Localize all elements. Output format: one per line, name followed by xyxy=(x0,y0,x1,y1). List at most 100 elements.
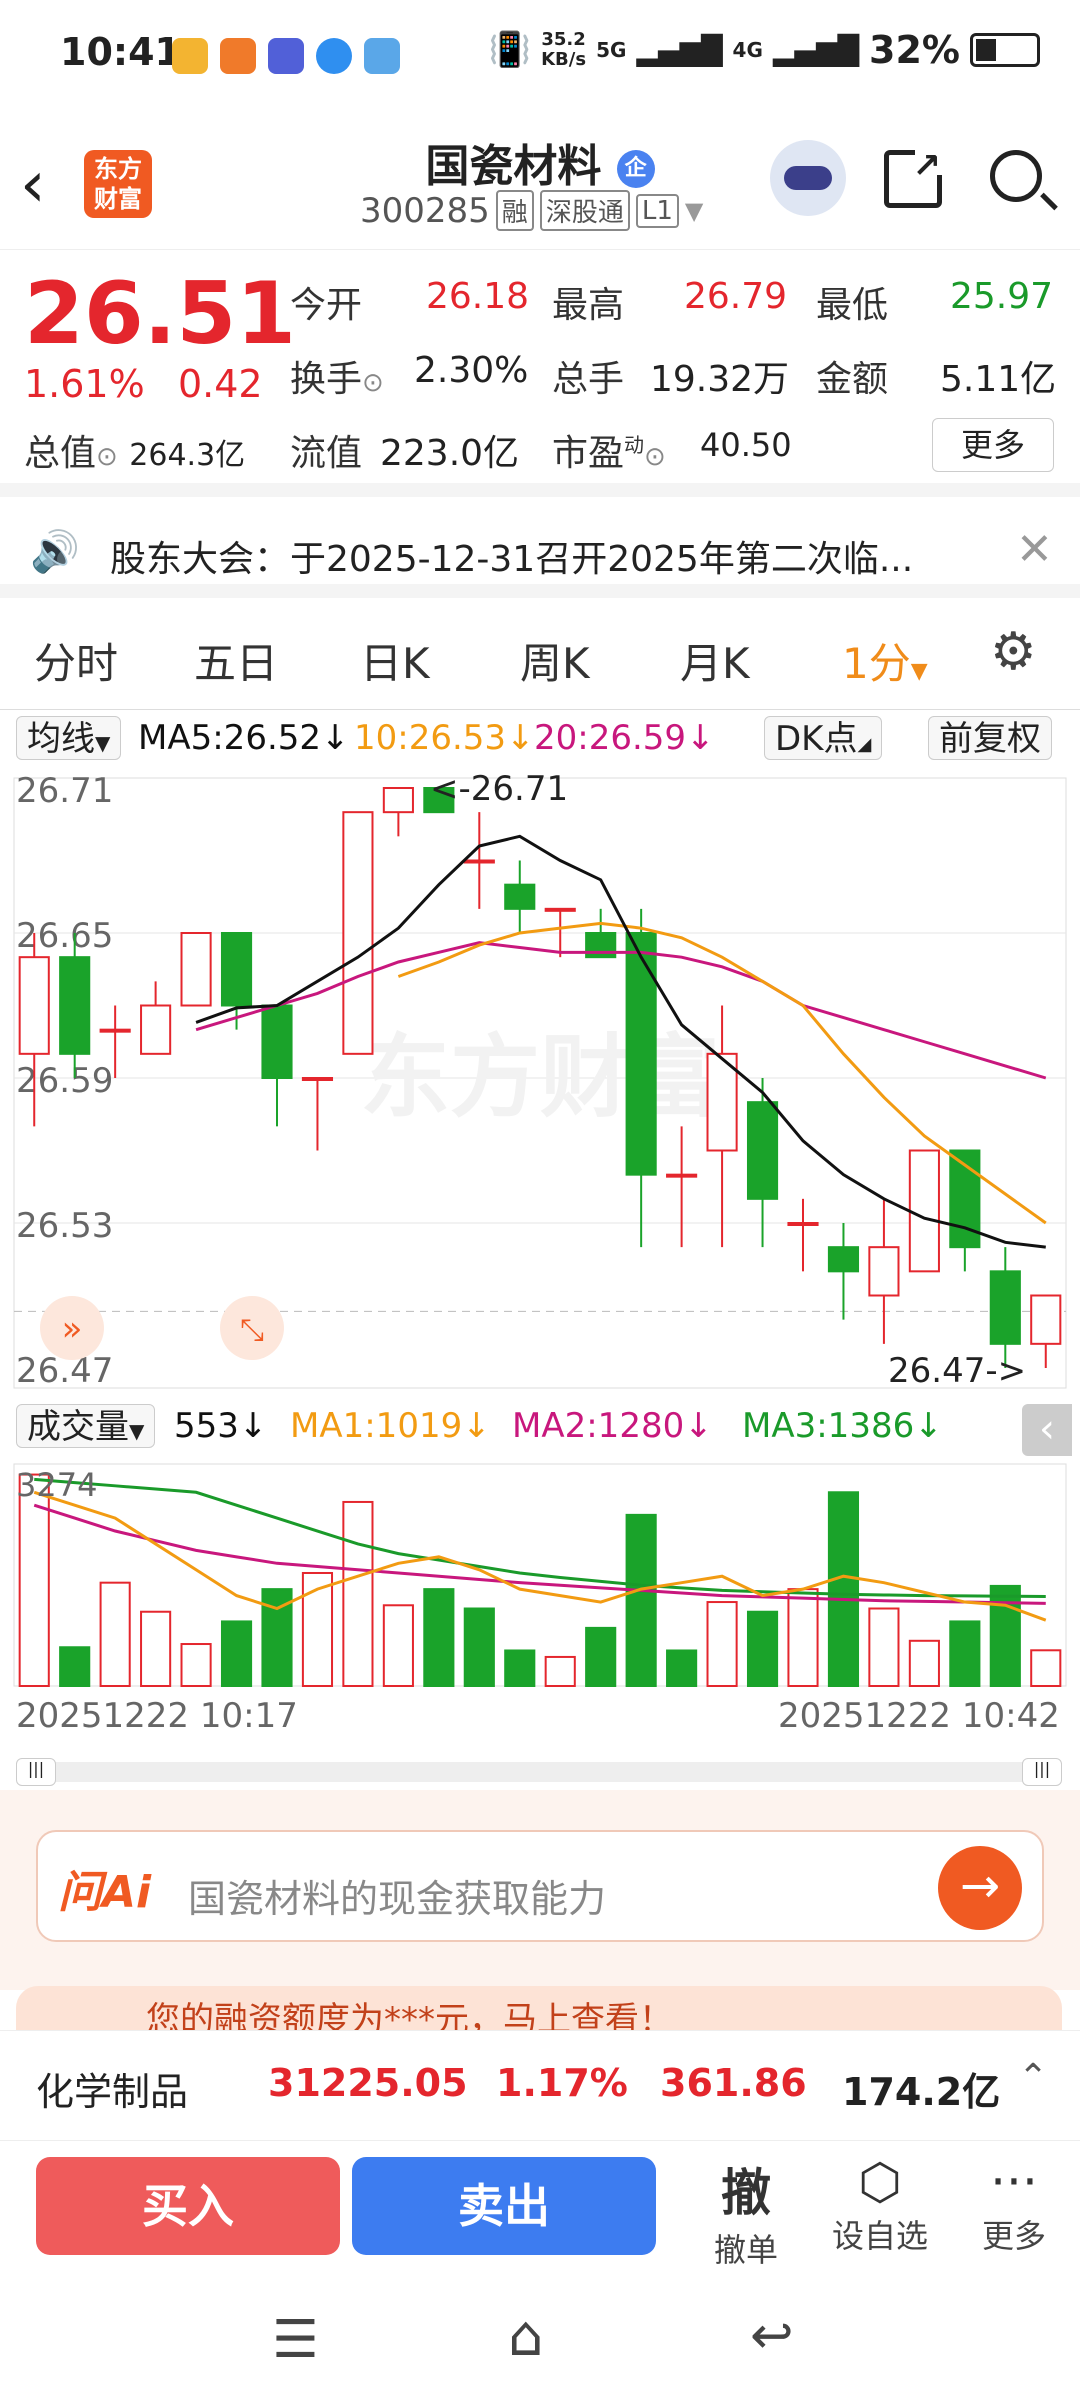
volume-bar xyxy=(423,1588,455,1687)
ask-ai-placeholder: 国瓷材料的现金获取能力 xyxy=(188,1877,607,1921)
tab-intraday[interactable]: 分时 xyxy=(34,630,118,691)
cloud-app-icon xyxy=(364,38,400,74)
ask-ai-brand: 问Ai xyxy=(58,1867,152,1918)
current-price: 26.51 xyxy=(24,264,297,364)
pe-info-icon[interactable]: ⊙ xyxy=(644,442,666,472)
volume-selector[interactable]: 成交量▼ xyxy=(16,1404,156,1448)
float-value: 223.0亿 xyxy=(380,433,520,474)
watermark-text: 东方财富 xyxy=(360,1025,720,1130)
low-marker: 26.47-> xyxy=(888,1351,1026,1391)
tab-weekly-k[interactable]: 周K xyxy=(520,630,590,691)
open-label: 今开 xyxy=(290,285,363,326)
industry-amount: 174.2亿 xyxy=(842,2070,1001,2114)
signal-5g: 5G xyxy=(596,38,627,62)
tab-monthly-k[interactable]: 月K xyxy=(680,630,750,691)
dropdown-icon[interactable]: ▼ xyxy=(685,197,703,225)
volume-value: 19.32万 xyxy=(650,359,790,400)
tab-daily-k[interactable]: 日K xyxy=(360,630,430,691)
close-icon[interactable]: ✕ xyxy=(1016,524,1053,575)
notice-bar[interactable]: 🔊 股东大会：于2025-12-31召开2025年第二次临... ✕ xyxy=(0,510,1080,598)
promo-banner[interactable]: 您的融资额度为***元，马上查看！ xyxy=(16,1986,1062,2030)
amount-value: 5.11亿 xyxy=(940,359,1057,400)
assistant-robot-icon[interactable] xyxy=(770,140,846,216)
amount-label: 金额 xyxy=(816,359,889,400)
scroll-handle-right[interactable]: ||| xyxy=(1022,1758,1062,1786)
candle-body xyxy=(463,859,495,864)
volume-chart[interactable]: 3274 xyxy=(0,1460,1080,1700)
volume-bar xyxy=(625,1513,657,1688)
candle-body xyxy=(989,1270,1021,1345)
add-watchlist-button[interactable]: ⬡ 设自选 xyxy=(820,2153,940,2257)
search-icon[interactable] xyxy=(990,150,1058,211)
more-actions-button[interactable]: ··· 更多 xyxy=(954,2153,1074,2257)
volume-bar xyxy=(989,1584,1021,1687)
buy-button[interactable]: 买入 xyxy=(36,2157,340,2255)
stock-code-row: 300285 融 深股通 L1 ▼ xyxy=(360,190,703,231)
industry-pct: 1.17% xyxy=(496,2061,628,2105)
ma-selector[interactable]: 均线▼ xyxy=(16,716,122,760)
candle-body xyxy=(908,1149,940,1273)
collapse-panel-icon[interactable]: ‹ xyxy=(1022,1404,1072,1456)
volume-bar xyxy=(180,1643,212,1687)
time-end: 20251222 10:42 xyxy=(778,1696,1060,1736)
candle-body xyxy=(787,1222,819,1226)
weibo-app-icon xyxy=(172,38,208,74)
change-percent: 1.61% xyxy=(24,362,145,406)
volume-bar xyxy=(220,1620,253,1687)
vol-dropdown-icon: ▼ xyxy=(129,1419,145,1443)
industry-name: 化学制品 xyxy=(36,2070,189,2114)
volume-bar xyxy=(949,1620,981,1687)
high-label: 最高 xyxy=(552,285,625,326)
cancel-order-button[interactable]: 撤 撤单 xyxy=(686,2153,806,2271)
candle-body xyxy=(827,1246,860,1273)
pe-dynamic-sup: 动 xyxy=(624,433,645,457)
ma5-label: MA5:26.52↓ xyxy=(138,718,350,758)
volume-bar xyxy=(544,1655,576,1687)
tag-margin: 融 xyxy=(495,190,534,231)
adjust-mode-button[interactable]: 前复权 xyxy=(928,716,1052,760)
back-nav-icon[interactable]: ↩ xyxy=(750,2306,794,2366)
tab-1-minute[interactable]: 1分▼ xyxy=(842,630,928,691)
chart-scrollbar[interactable]: ||| ||| xyxy=(16,1758,1062,1786)
volume-bar xyxy=(342,1500,374,1687)
volume-bar xyxy=(787,1588,819,1687)
enterprise-badge-icon: 企 xyxy=(616,150,655,188)
price-tick-label: 26.59 xyxy=(16,1061,113,1101)
turnover-info-icon[interactable]: ⊙ xyxy=(362,368,384,398)
sell-button[interactable]: 卖出 xyxy=(352,2157,656,2255)
ask-ai-input[interactable]: 问Ai 国瓷材料的现金获取能力 → xyxy=(36,1830,1044,1942)
price-tick-label: 26.65 xyxy=(16,916,113,956)
volume-bar xyxy=(827,1491,860,1687)
arrow-right-icon[interactable]: → xyxy=(938,1846,1022,1930)
industry-bar[interactable]: 化学制品 31225.05 1.17% 361.86 174.2亿 ⌃ xyxy=(0,2030,1080,2140)
volume-bar xyxy=(908,1639,940,1688)
vol-ma2-line xyxy=(33,1503,1046,1605)
candle-body xyxy=(666,1173,698,1178)
volume-bar xyxy=(99,1581,131,1687)
dk-points-button[interactable]: DK点◢ xyxy=(764,716,883,760)
expand-arrows-icon: ⤡ xyxy=(240,1313,264,1348)
candle-body xyxy=(382,787,414,814)
candle-body xyxy=(180,932,212,1007)
promo-text: 您的融资额度为***元，马上查看！ xyxy=(146,2000,673,2030)
price-chart[interactable]: 26.7126.6526.5926.5326.47东方财富<-26.7126.4… xyxy=(0,768,1080,1408)
volume-bar xyxy=(140,1610,172,1687)
chevron-up-icon[interactable]: ⌃ xyxy=(1018,2057,1048,2098)
tag-level: L1 xyxy=(635,193,679,228)
share-icon[interactable]: ↗ xyxy=(884,145,945,208)
battery-percent: 32% xyxy=(869,28,960,72)
info-icon[interactable]: ⊙ xyxy=(96,442,118,472)
settings-gear-icon[interactable]: ⚙ xyxy=(990,622,1037,682)
watchlist-icon: ⬡ xyxy=(858,2153,902,2211)
turnover-value: 2.30% xyxy=(414,350,529,391)
home-icon[interactable]: ⌂ xyxy=(508,2304,544,2369)
candle-body xyxy=(261,1004,293,1079)
menu-icon[interactable]: ☰ xyxy=(272,2310,319,2370)
tab-five-day[interactable]: 五日 xyxy=(194,630,278,691)
ma20-label: 20:26.59↓ xyxy=(534,718,715,758)
scroll-handle-left[interactable]: ||| xyxy=(16,1758,56,1786)
more-button[interactable]: 更多 xyxy=(932,418,1054,472)
tab-dropdown-icon: ▼ xyxy=(910,659,928,684)
change-amount: 0.42 xyxy=(178,362,263,406)
speaker-icon: 🔊 xyxy=(30,529,80,575)
